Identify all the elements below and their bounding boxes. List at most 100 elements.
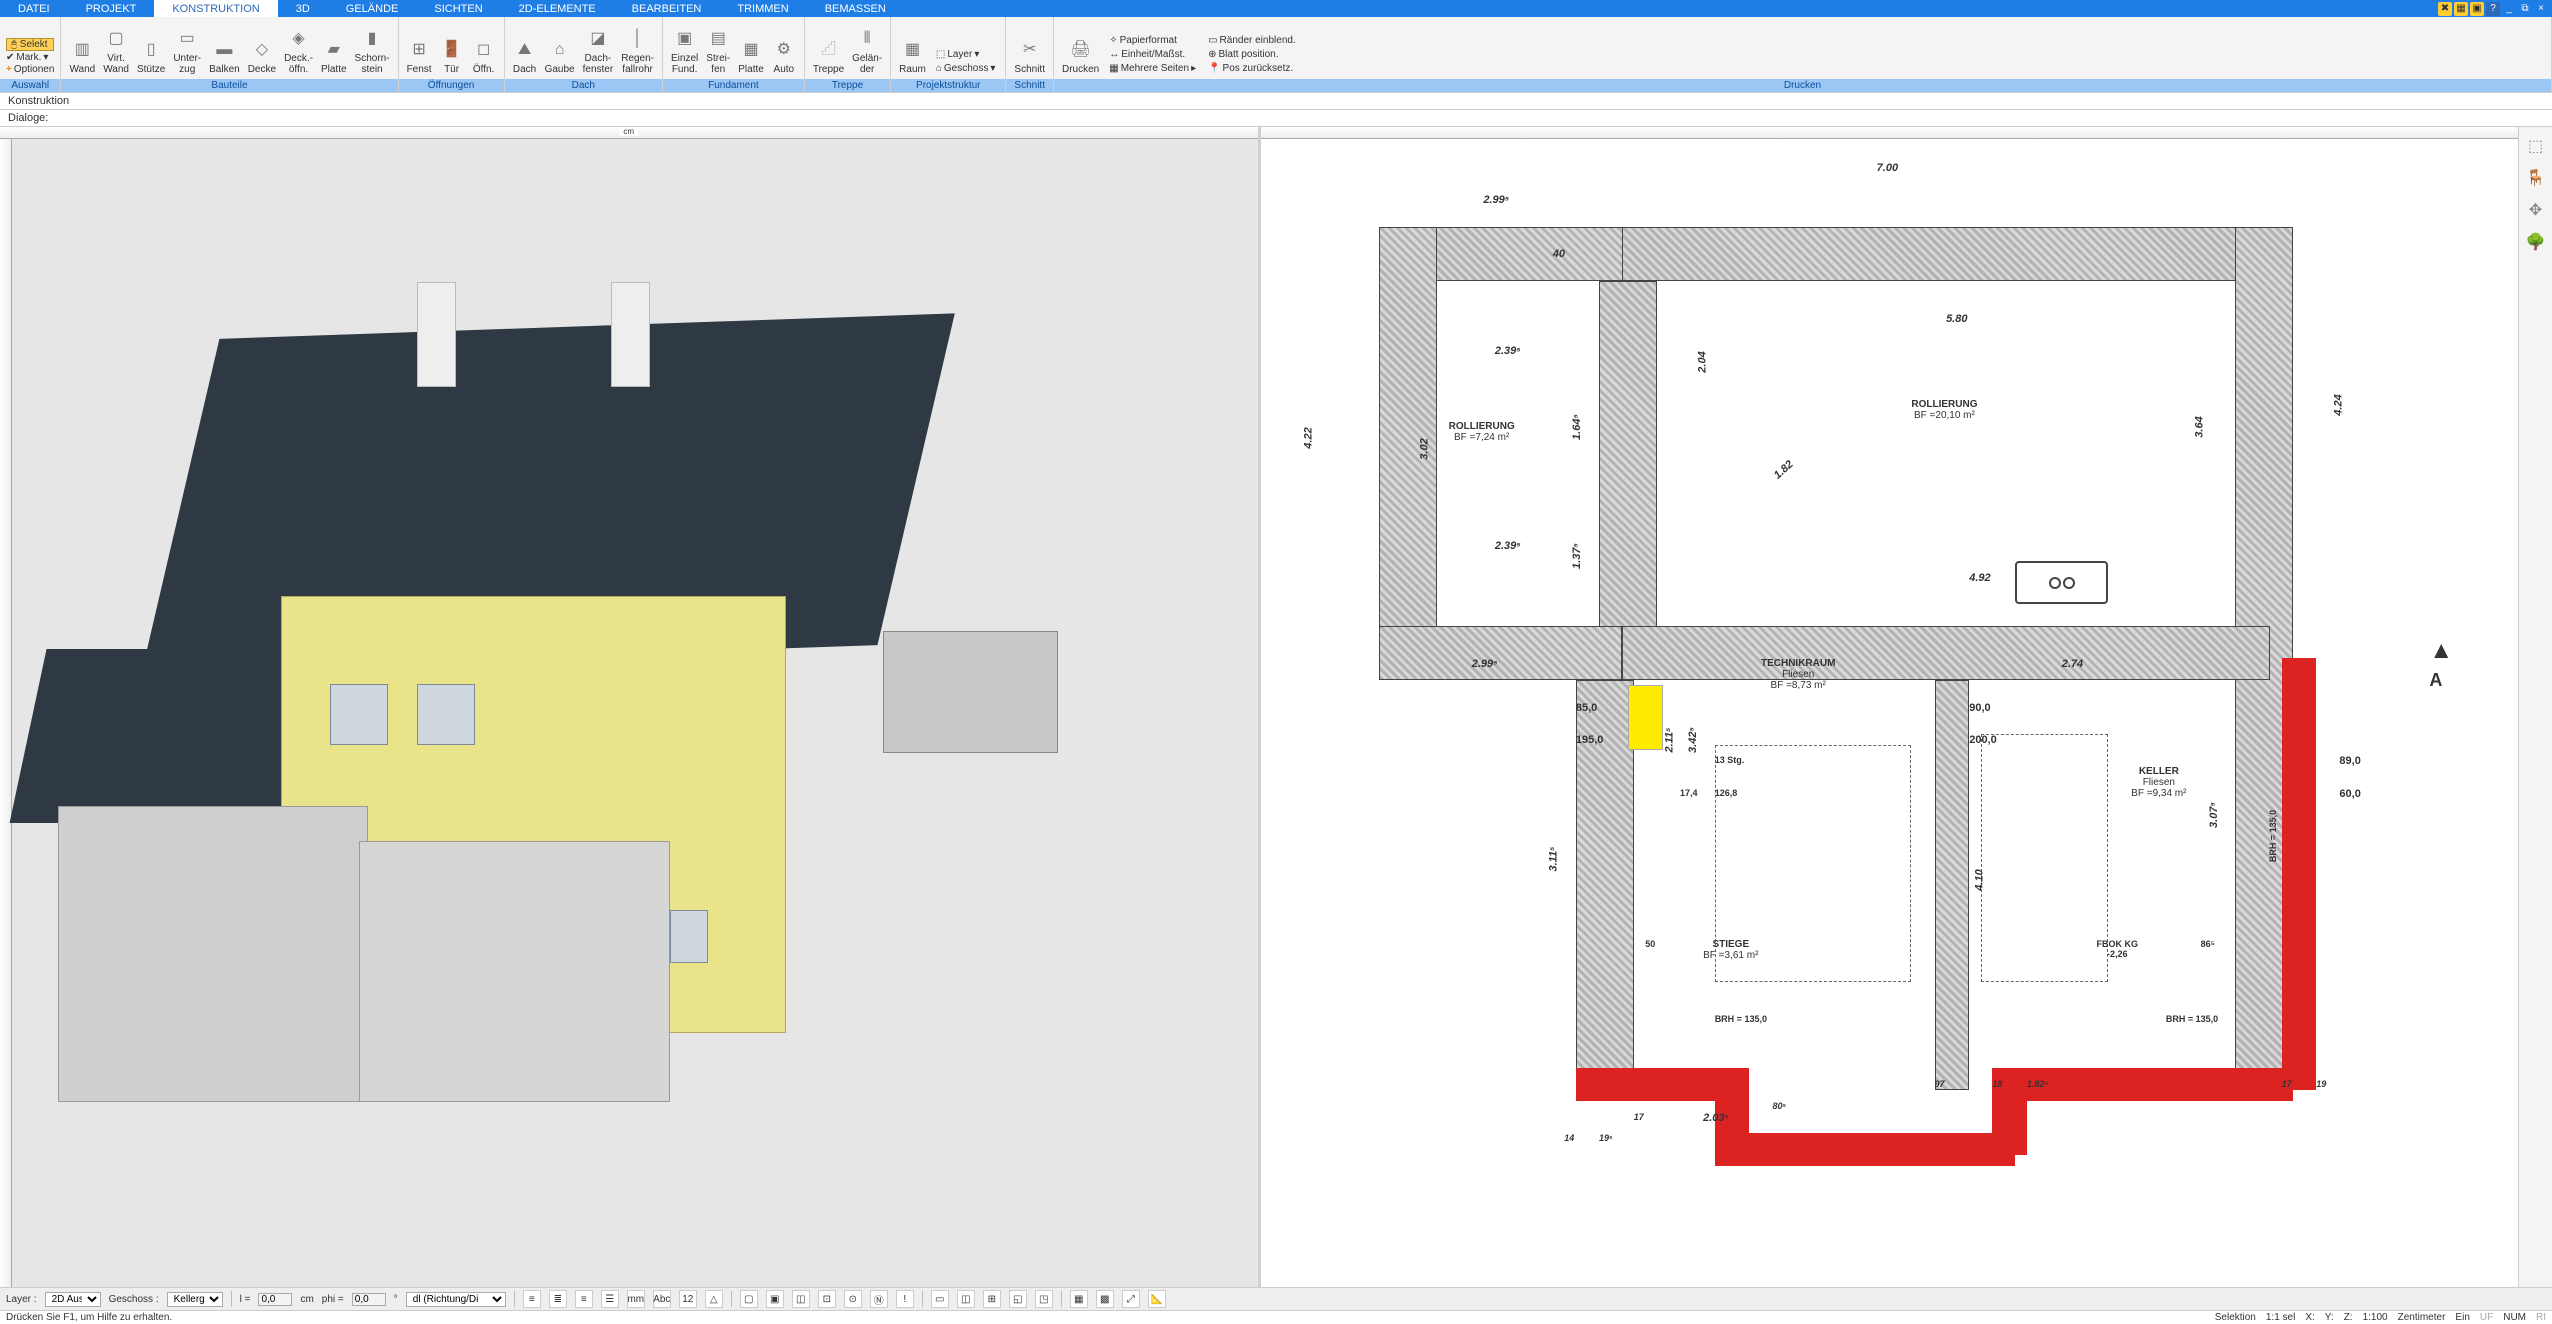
dach-icon: ⛰ <box>513 38 537 62</box>
layers-icon[interactable]: ⬚ <box>2525 135 2547 157</box>
view5-icon[interactable]: ◳ <box>1035 1290 1053 1308</box>
snap2-icon[interactable]: ▣ <box>766 1290 784 1308</box>
regenfallrohr-icon: │ <box>626 27 650 51</box>
einheit-button[interactable]: ↔ Einheit/Maßst. <box>1107 48 1198 61</box>
viewport-2d[interactable]: 7.00 2.99⁵ 40 5.80 2.39⁵ 2.39⁵ 4.92 4.22… <box>1261 127 2519 1287</box>
raender-button[interactable]: ▭ Ränder einblend. <box>1206 34 1298 47</box>
optionen-button[interactable]: + Optionen <box>6 64 54 75</box>
raum-button[interactable]: ▦Raum <box>895 36 930 77</box>
stuetze-button[interactable]: ▯Stütze <box>133 36 169 77</box>
list-icon[interactable]: ☰ <box>601 1290 619 1308</box>
measure-icon[interactable]: 📐 <box>1148 1290 1166 1308</box>
dachfenster-button[interactable]: ◪Dach- fenster <box>579 25 618 77</box>
zoom-icon[interactable]: ⤢ <box>1122 1290 1140 1308</box>
tab-bemassen[interactable]: BEMASSEN <box>807 0 904 17</box>
oeffnung-button[interactable]: ◻Öffn. <box>468 36 500 77</box>
mehrereseiten-button[interactable]: ▦ Mehrere Seiten ▸ <box>1107 62 1198 75</box>
move-icon[interactable]: ✥ <box>2525 199 2547 221</box>
treppe-button[interactable]: 𓊍Treppe <box>809 36 848 77</box>
posreset-button[interactable]: 📍 Pos zurücksetz. <box>1206 62 1298 75</box>
snap1-icon[interactable]: ▢ <box>740 1290 758 1308</box>
tab-bearbeiten[interactable]: BEARBEITEN <box>614 0 720 17</box>
tab-sichten[interactable]: SICHTEN <box>416 0 500 17</box>
snap5-icon[interactable]: ⊙ <box>844 1290 862 1308</box>
geschoss-select[interactable]: Kellergesch <box>167 1292 223 1307</box>
group-drucken: Drucken <box>1054 79 2551 92</box>
status-y: Y: <box>2325 1312 2334 1323</box>
viewport-3d[interactable]: cm <box>0 127 1261 1287</box>
mm-icon[interactable]: mm <box>627 1290 645 1308</box>
platte2-button[interactable]: ▦Platte <box>734 36 768 77</box>
deckoeffn-icon: ◈ <box>287 27 311 51</box>
geschoss-button[interactable]: ⌂ Geschoss ▾ <box>934 62 998 75</box>
align-l-icon[interactable]: ≡ <box>523 1290 541 1308</box>
snap3-icon[interactable]: ◫ <box>792 1290 810 1308</box>
decke-button[interactable]: ◇Decke <box>244 36 280 77</box>
unterzug-button[interactable]: ▭Unter- zug <box>169 25 205 77</box>
phi-input[interactable] <box>352 1293 386 1306</box>
gaube-icon: ⌂ <box>548 38 572 62</box>
tuer-button[interactable]: 🚪Tür <box>436 36 468 77</box>
abc-icon[interactable]: Abc <box>653 1290 671 1308</box>
layer-select[interactable]: 2D Aussen <box>45 1292 101 1307</box>
snap-info-icon[interactable]: ! <box>896 1290 914 1308</box>
tab-gelaende[interactable]: GELÄNDE <box>328 0 417 17</box>
tool-icon[interactable]: ▣ <box>2470 2 2484 16</box>
tool-icon[interactable]: ✖ <box>2438 2 2452 16</box>
align-c-icon[interactable]: ≣ <box>549 1290 567 1308</box>
fenster-button[interactable]: ⊞Fenst <box>403 36 436 77</box>
status-bar: Drücken Sie F1, um Hilfe zu erhalten. Se… <box>0 1310 2552 1324</box>
papierformat-button[interactable]: ✧ Papierformat <box>1107 34 1198 47</box>
tool-icon[interactable]: ▦ <box>2454 2 2468 16</box>
tree-icon[interactable]: 🌳 <box>2525 231 2547 253</box>
view1-icon[interactable]: ▭ <box>931 1290 949 1308</box>
tab-2d-elemente[interactable]: 2D-ELEMENTE <box>501 0 614 17</box>
layer-button[interactable]: ⬚ Layer ▾ <box>934 48 998 61</box>
snap4-icon[interactable]: ⊡ <box>818 1290 836 1308</box>
dl-select[interactable]: dl (Richtung/Di <box>406 1292 506 1307</box>
tab-trimmen[interactable]: TRIMMEN <box>719 0 806 17</box>
regenfallrohr-button[interactable]: │Regen- fallrohr <box>617 25 658 77</box>
grid-icon[interactable]: ▦ <box>1070 1290 1088 1308</box>
minimize-icon[interactable]: _ <box>2502 2 2516 16</box>
help-icon[interactable]: ? <box>2486 2 2500 16</box>
dach-button[interactable]: ⛰Dach <box>509 36 541 77</box>
snap-n-icon[interactable]: Ⓝ <box>870 1290 888 1308</box>
treppe-icon: 𓊍 <box>816 38 840 62</box>
auto-button[interactable]: ⚙Auto <box>768 36 800 77</box>
tab-datei[interactable]: DATEI <box>0 0 68 17</box>
deckoeffn-button[interactable]: ◈Deck.- öffn. <box>280 25 317 77</box>
num-icon[interactable]: 12 <box>679 1290 697 1308</box>
align-r-icon[interactable]: ≡ <box>575 1290 593 1308</box>
canvas-2d[interactable]: 7.00 2.99⁵ 40 5.80 2.39⁵ 2.39⁵ 4.92 4.22… <box>1261 139 2519 1287</box>
restore-icon[interactable]: ⧉ <box>2518 2 2532 16</box>
grid2-icon[interactable]: ▩ <box>1096 1290 1114 1308</box>
gelaender-icon: ⦀ <box>855 27 879 51</box>
streifen-button[interactable]: ▤Strei- fen <box>702 25 734 77</box>
view4-icon[interactable]: ◱ <box>1009 1290 1027 1308</box>
view2-icon[interactable]: ◫ <box>957 1290 975 1308</box>
platte-button[interactable]: ▰Platte <box>317 36 351 77</box>
schnitt-button[interactable]: ✂Schnitt <box>1010 36 1049 77</box>
wand-button[interactable]: ▥Wand <box>65 36 99 77</box>
tri-icon[interactable]: △ <box>705 1290 723 1308</box>
tab-konstruktion[interactable]: KONSTRUKTION <box>154 0 277 17</box>
blattpos-button[interactable]: ⊕ Blatt position. <box>1206 48 1298 61</box>
l-input[interactable] <box>258 1293 292 1306</box>
chair-icon[interactable]: 🪑 <box>2525 167 2547 189</box>
status-x: X: <box>2305 1312 2314 1323</box>
tab-3d[interactable]: 3D <box>278 0 328 17</box>
selekt-button[interactable]: 🖰 Selekt <box>6 38 54 51</box>
drucken-button[interactable]: 🖨Drucken <box>1058 36 1103 77</box>
schornstein-button[interactable]: ▮Schorn- stein <box>351 25 394 77</box>
canvas-3d[interactable] <box>12 139 1258 1287</box>
close-icon[interactable]: × <box>2534 2 2548 16</box>
virtwand-button[interactable]: ▢Virt. Wand <box>99 25 133 77</box>
tab-projekt[interactable]: PROJEKT <box>68 0 155 17</box>
einzelfund-button[interactable]: ▣Einzel Fund. <box>667 25 702 77</box>
balken-button[interactable]: ▬Balken <box>205 36 244 77</box>
mark-button[interactable]: ✔ Mark. ▾ <box>6 52 54 63</box>
gelaender-button[interactable]: ⦀Gelän- der <box>848 25 886 77</box>
gaube-button[interactable]: ⌂Gaube <box>541 36 579 77</box>
view3-icon[interactable]: ⊞ <box>983 1290 1001 1308</box>
